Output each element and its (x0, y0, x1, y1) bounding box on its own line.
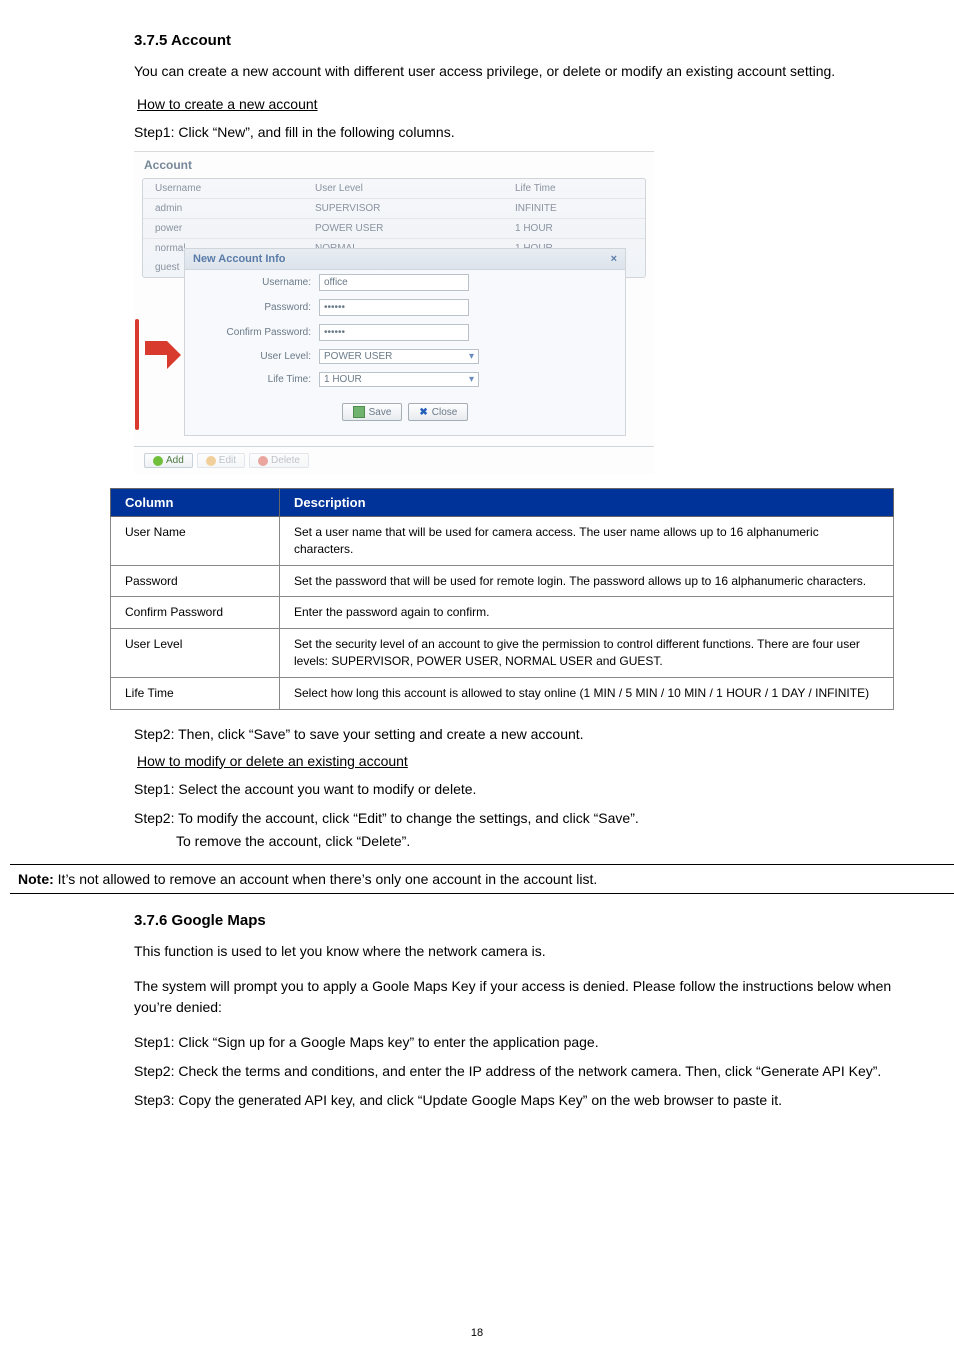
close-button[interactable]: ✖ Close (408, 403, 468, 421)
modal-title: New Account Info (193, 253, 285, 265)
gmaps-step2: Step2: Check the terms and conditions, a… (134, 1061, 894, 1082)
life-time-select[interactable]: 1 HOUR ▾ (319, 372, 479, 387)
table-row: User Level Set the security level of an … (111, 629, 894, 678)
th-description: Description (280, 489, 894, 517)
close-button-label: Close (432, 407, 458, 418)
password-label: Password: (201, 302, 319, 313)
add-button[interactable]: Add (144, 453, 193, 468)
new-account-modal: New Account Info × Username: office Pass… (184, 248, 626, 436)
col-life: Life Time (515, 183, 633, 194)
delete-button-label: Delete (271, 455, 300, 466)
modify-step1: Step1: Select the account you want to mo… (134, 779, 894, 800)
chevron-down-icon: ▾ (469, 351, 474, 362)
chevron-down-icon: ▾ (469, 374, 474, 385)
save-icon (353, 406, 365, 418)
table-row: Password Set the password that will be u… (111, 565, 894, 597)
user-level-value: POWER USER (324, 351, 392, 362)
td-col: Confirm Password (111, 597, 280, 629)
life-time-value: 1 HOUR (324, 374, 362, 385)
td-desc: Select how long this account is allowed … (280, 677, 894, 709)
save-button[interactable]: Save (342, 403, 403, 421)
username-input[interactable]: office (319, 274, 469, 291)
td-desc: Enter the password again to confirm. (280, 597, 894, 629)
delete-icon (258, 456, 268, 466)
note-label: Note: (18, 871, 54, 887)
close-icon[interactable]: × (611, 253, 617, 265)
confirm-password-input[interactable]: •••••• (319, 324, 469, 341)
sub-create-account: How to create a new account (137, 96, 894, 112)
edit-button[interactable]: Edit (197, 453, 245, 468)
callout-vertical-line (135, 319, 139, 430)
edit-button-label: Edit (219, 455, 236, 466)
account-panel: Account Username User Level Life Time ad… (134, 151, 654, 474)
heading-account: 3.7.5 Account (134, 32, 894, 49)
create-step1: Step1: Click “New”, and fill in the foll… (134, 122, 894, 143)
modify-step2b: To remove the account, click “Delete”. (134, 831, 894, 852)
table-row: Life Time Select how long this account i… (111, 677, 894, 709)
td-col: User Level (111, 629, 280, 678)
panel-title: Account (134, 152, 654, 178)
td-desc: Set the security level of an account to … (280, 629, 894, 678)
td-col: Password (111, 565, 280, 597)
note-row: Note: It’s not allowed to remove an acco… (10, 864, 954, 894)
col-username: Username (155, 183, 315, 194)
gmaps-p2: The system will prompt you to apply a Go… (134, 976, 894, 1018)
gmaps-step3: Step3: Copy the generated API key, and c… (134, 1090, 894, 1111)
td-col: User Name (111, 517, 280, 566)
table-row: Confirm Password Enter the password agai… (111, 597, 894, 629)
password-input[interactable]: •••••• (319, 299, 469, 316)
cell-life: INFINITE (515, 203, 633, 214)
create-step2: Step2: Then, click “Save” to save your s… (134, 724, 894, 745)
td-desc: Set a user name that will be used for ca… (280, 517, 894, 566)
note-text: It’s not allowed to remove an account wh… (54, 871, 597, 887)
cell-user: admin (155, 203, 315, 214)
table-row: User Name Set a user name that will be u… (111, 517, 894, 566)
col-level: User Level (315, 183, 515, 194)
table-row[interactable]: power POWER USER 1 HOUR (143, 219, 645, 239)
cell-user: power (155, 223, 315, 234)
confirm-password-label: Confirm Password: (201, 327, 319, 338)
gmaps-step1: Step1: Click “Sign up for a Google Maps … (134, 1032, 894, 1053)
account-table-header: Username User Level Life Time (143, 179, 645, 199)
delete-button[interactable]: Delete (249, 453, 309, 468)
cell-life: 1 HOUR (515, 223, 633, 234)
heading-gmaps: 3.7.6 Google Maps (134, 912, 894, 929)
modify-step2a: Step2: To modify the account, click “Edi… (134, 808, 894, 829)
gmaps-p1: This function is used to let you know wh… (134, 941, 894, 962)
td-desc: Set the password that will be used for r… (280, 565, 894, 597)
username-label: Username: (201, 277, 319, 288)
user-level-select[interactable]: POWER USER ▾ (319, 349, 479, 364)
cell-level: SUPERVISOR (315, 203, 515, 214)
save-button-label: Save (369, 407, 392, 418)
column-description-table: Column Description User Name Set a user … (110, 488, 894, 710)
sub-modify-delete: How to modify or delete an existing acco… (137, 753, 894, 769)
td-col: Life Time (111, 677, 280, 709)
intro-account: You can create a new account with differ… (134, 61, 894, 82)
page-number: 18 (0, 1327, 954, 1339)
add-button-label: Add (166, 455, 184, 466)
user-level-label: User Level: (201, 351, 319, 362)
life-time-label: Life Time: (201, 374, 319, 385)
add-icon (153, 456, 163, 466)
cell-level: POWER USER (315, 223, 515, 234)
edit-icon (206, 456, 216, 466)
close-x-icon: ✖ (419, 407, 427, 418)
th-column: Column (111, 489, 280, 517)
table-row[interactable]: admin SUPERVISOR INFINITE (143, 199, 645, 219)
